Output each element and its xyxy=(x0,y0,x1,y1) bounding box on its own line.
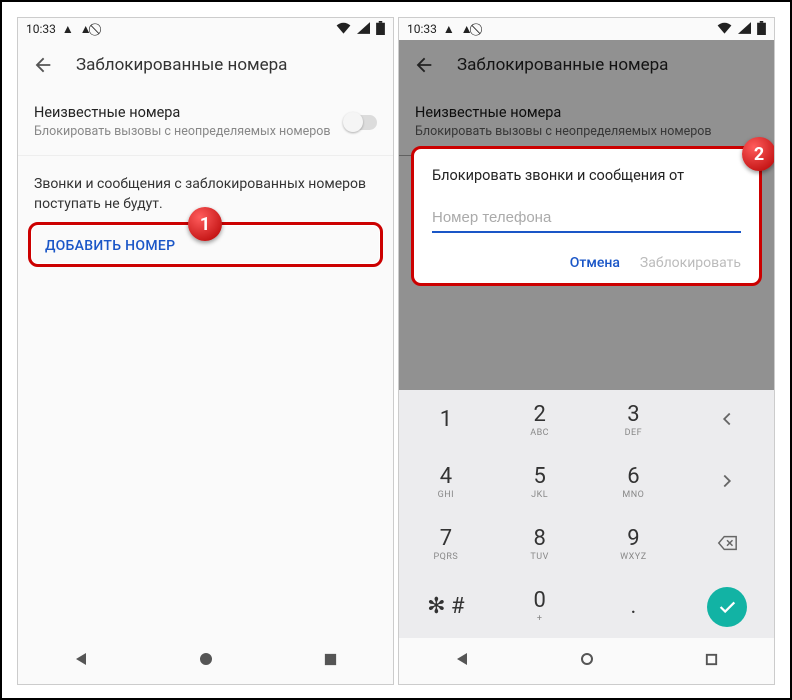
app-bar: Заблокированные номера xyxy=(18,40,393,90)
phone-screenshot-1: 10:33 ▲ ▲ ⃠ Заблокированные номера Неизв… xyxy=(17,17,394,685)
wifi-icon xyxy=(717,22,732,37)
chevron-right-icon xyxy=(716,470,738,496)
setting-unknown-numbers[interactable]: Неизвестные номера Блокировать вызовы с … xyxy=(18,90,393,156)
key-5[interactable]: 5JKL xyxy=(493,452,587,514)
key-6[interactable]: 6MNO xyxy=(587,452,681,514)
status-bar: 10:33 ▲ ▲ ⃠ xyxy=(18,18,393,40)
signal-icon xyxy=(738,22,751,37)
warning-icon: ▲ xyxy=(80,22,92,36)
cancel-button[interactable]: Отмена xyxy=(570,255,620,271)
toggle-switch[interactable] xyxy=(345,115,377,130)
status-time: 10:33 xyxy=(407,22,437,36)
warning-icon: ▲ xyxy=(62,22,74,36)
step-marker-1: 1 xyxy=(188,207,222,241)
step-marker-2: 2 xyxy=(742,137,775,171)
done-icon xyxy=(707,587,747,627)
phone-number-input[interactable] xyxy=(432,204,741,233)
key-2[interactable]: 2ABC xyxy=(493,390,587,452)
key-8[interactable]: 8TUV xyxy=(493,514,587,576)
backspace-icon xyxy=(716,532,738,558)
key-dot[interactable]: . xyxy=(587,576,681,638)
wifi-icon xyxy=(336,22,351,37)
battery-icon xyxy=(376,21,385,38)
block-button[interactable]: Заблокировать xyxy=(640,255,741,271)
nav-recent-icon[interactable] xyxy=(704,652,719,671)
phone-screenshot-2: 10:33 ▲ ▲ ⃠ Заблокированные номера Неизв… xyxy=(398,17,775,685)
nav-recent-icon[interactable] xyxy=(323,652,338,671)
nav-home-icon[interactable] xyxy=(198,651,214,671)
add-number-button[interactable]: ДОБАВИТЬ НОМЕР xyxy=(45,238,175,254)
warning-icon: ▲ xyxy=(443,22,455,36)
key-3[interactable]: 3DEF xyxy=(587,390,681,452)
dialog-title: Блокировать звонки и сообщения от xyxy=(432,167,741,184)
key-cursor-left[interactable] xyxy=(680,390,774,452)
battery-icon xyxy=(757,21,766,38)
add-number-highlight: ДОБАВИТЬ НОМЕР 1 xyxy=(28,222,383,267)
status-bar: 10:33 ▲ ▲ ⃠ xyxy=(399,18,774,40)
key-cursor-right[interactable] xyxy=(680,452,774,514)
chevron-left-icon xyxy=(716,408,738,434)
key-1[interactable]: 1 xyxy=(399,390,493,452)
key-done[interactable] xyxy=(680,576,774,638)
block-dialog: 2 Блокировать звонки и сообщения от Отме… xyxy=(411,146,762,286)
setting-title: Неизвестные номера xyxy=(34,104,345,121)
nav-back-icon[interactable] xyxy=(454,651,470,671)
nav-bar xyxy=(18,638,393,684)
nav-home-icon[interactable] xyxy=(579,651,595,671)
nav-bar xyxy=(399,638,774,684)
numeric-keypad: 1 2ABC 3DEF 4GHI 5JKL 6MNO 7PQRS 8TUV 9W… xyxy=(399,390,774,638)
key-symbols[interactable]: ✻ # xyxy=(399,576,493,638)
key-4[interactable]: 4GHI xyxy=(399,452,493,514)
back-icon[interactable] xyxy=(32,54,54,76)
key-0[interactable]: 0+ xyxy=(493,576,587,638)
nav-back-icon[interactable] xyxy=(73,651,89,671)
key-backspace[interactable] xyxy=(680,514,774,576)
warning-icon: ▲ xyxy=(461,22,473,36)
signal-icon xyxy=(357,22,370,37)
key-9[interactable]: 9WXYZ xyxy=(587,514,681,576)
page-title: Заблокированные номера xyxy=(76,55,287,75)
status-time: 10:33 xyxy=(26,22,56,36)
setting-subtitle: Блокировать вызовы с неопределяемых номе… xyxy=(34,124,345,141)
key-7[interactable]: 7PQRS xyxy=(399,514,493,576)
